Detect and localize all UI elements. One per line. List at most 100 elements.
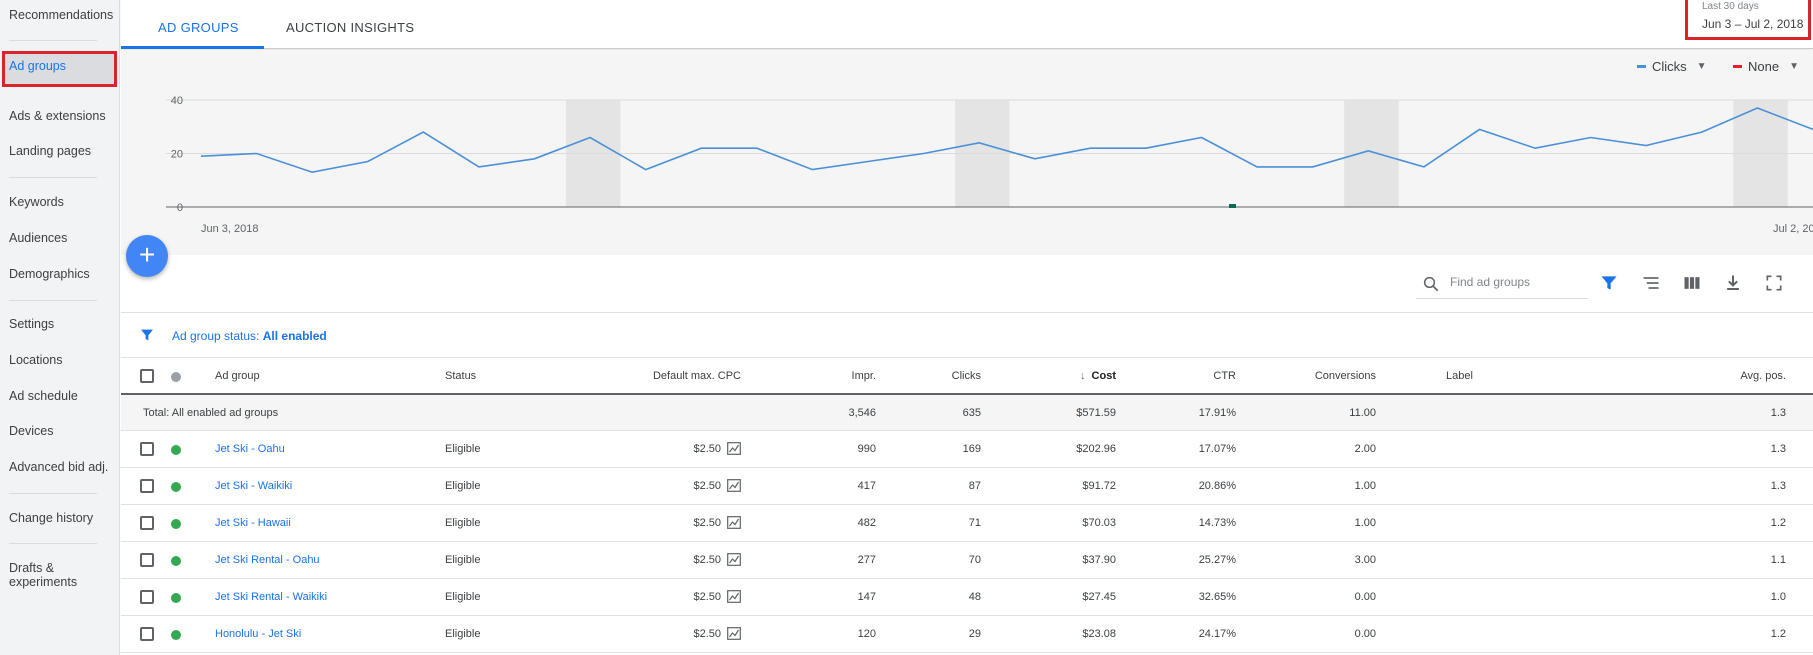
tab-auction-insights[interactable]: AUCTION INSIGHTS bbox=[286, 20, 414, 35]
row-avg-pos: 1.2 bbox=[1770, 628, 1786, 640]
row-status: Eligible bbox=[445, 554, 481, 566]
sidebar-item-drafts[interactable]: Drafts & bbox=[9, 561, 54, 576]
ad-group-link[interactable]: Jet Ski Rental - Oahu bbox=[215, 554, 320, 566]
header-ad-group[interactable]: Ad group bbox=[215, 370, 260, 382]
row-ctr: 25.27% bbox=[1198, 554, 1236, 566]
row-cpc[interactable]: $2.50 bbox=[611, 443, 721, 455]
filter-chip[interactable]: Ad group status: All enabled bbox=[172, 329, 327, 343]
bid-simulator-icon[interactable] bbox=[727, 516, 741, 529]
row-cpc[interactable]: $2.50 bbox=[611, 591, 721, 603]
sidebar-item-advanced-bid-adj[interactable]: Advanced bid adj. bbox=[9, 460, 108, 475]
segment-icon[interactable] bbox=[1641, 273, 1661, 293]
sidebar-item-landing-pages[interactable]: Landing pages bbox=[9, 144, 91, 159]
row-cpc[interactable]: $2.50 bbox=[611, 480, 721, 492]
y-tick-label: 40 bbox=[171, 95, 183, 107]
row-checkbox[interactable] bbox=[140, 627, 154, 641]
sidebar-item-locations[interactable]: Locations bbox=[9, 353, 63, 368]
header-cost[interactable]: ↓ Cost bbox=[1001, 370, 1116, 382]
ad-group-link[interactable]: Jet Ski - Hawaii bbox=[215, 517, 291, 529]
metric-label-clicks: Clicks bbox=[1652, 59, 1687, 74]
sort-arrow-down-icon: ↓ bbox=[1080, 370, 1086, 382]
row-cost: $91.72 bbox=[1082, 480, 1116, 492]
row-cost: $70.03 bbox=[1082, 517, 1116, 529]
status-enabled-dot[interactable] bbox=[171, 445, 181, 455]
filter-icon[interactable] bbox=[139, 327, 155, 343]
row-cpc[interactable]: $2.50 bbox=[611, 517, 721, 529]
row-cpc[interactable]: $2.50 bbox=[611, 628, 721, 640]
sidebar-item-audiences[interactable]: Audiences bbox=[9, 231, 67, 246]
row-impr: 990 bbox=[857, 443, 876, 455]
select-all-checkbox[interactable] bbox=[140, 369, 154, 383]
metric-selector-1[interactable]: Clicks ▼ bbox=[1637, 59, 1707, 74]
ad-group-link[interactable]: Honolulu - Jet Ski bbox=[215, 628, 301, 640]
tab-ad-groups[interactable]: AD GROUPS bbox=[158, 20, 239, 35]
status-enabled-dot[interactable] bbox=[171, 519, 181, 529]
sidebar-item-keywords[interactable]: Keywords bbox=[9, 195, 64, 210]
search-box bbox=[1416, 269, 1588, 299]
sidebar-item-settings[interactable]: Settings bbox=[9, 317, 54, 332]
ad-group-link[interactable]: Jet Ski - Waikiki bbox=[215, 480, 292, 492]
bid-simulator-icon[interactable] bbox=[727, 442, 741, 455]
row-checkbox[interactable] bbox=[140, 442, 154, 456]
row-avg-pos: 1.3 bbox=[1770, 480, 1786, 492]
total-row: Total: All enabled ad groups 3,546 635 $… bbox=[121, 395, 1813, 431]
row-avg-pos: 1.0 bbox=[1770, 591, 1786, 603]
row-ctr: 32.65% bbox=[1198, 591, 1236, 603]
header-ctr[interactable]: CTR bbox=[1131, 370, 1236, 382]
sidebar-item-experiments[interactable]: experiments bbox=[9, 575, 77, 590]
header-label[interactable]: Label bbox=[1446, 370, 1473, 382]
sidebar-item-ad-schedule[interactable]: Ad schedule bbox=[9, 389, 78, 404]
row-clicks: 29 bbox=[968, 628, 981, 640]
row-checkbox[interactable] bbox=[140, 479, 154, 493]
x-end-label: Jul 2, 20 bbox=[1773, 223, 1813, 235]
header-default-max-cpc[interactable]: Default max. CPC bbox=[611, 370, 741, 382]
status-dot-header bbox=[171, 372, 181, 382]
status-enabled-dot[interactable] bbox=[171, 593, 181, 603]
row-conversions: 1.00 bbox=[1354, 517, 1376, 529]
y-tick-label: 20 bbox=[171, 149, 183, 161]
header-avg-pos[interactable]: Avg. pos. bbox=[1706, 370, 1786, 382]
search-icon[interactable] bbox=[1422, 275, 1440, 293]
table-header-row: Ad group Status Default max. CPC Impr. C… bbox=[121, 358, 1813, 395]
download-icon[interactable] bbox=[1723, 273, 1743, 293]
sidebar-item-ad-groups[interactable]: Ad groups bbox=[9, 59, 66, 74]
row-status: Eligible bbox=[445, 480, 481, 492]
sidebar-item-devices[interactable]: Devices bbox=[9, 424, 53, 439]
filter-bar: Ad group status: All enabled bbox=[121, 314, 1813, 358]
sidebar-item-demographics[interactable]: Demographics bbox=[9, 267, 90, 282]
columns-icon[interactable] bbox=[1682, 273, 1702, 293]
status-enabled-dot[interactable] bbox=[171, 556, 181, 566]
bid-simulator-icon[interactable] bbox=[727, 479, 741, 492]
search-input[interactable] bbox=[1450, 275, 1584, 289]
total-conversions: 11.00 bbox=[1349, 407, 1376, 419]
filter-icon[interactable] bbox=[1599, 273, 1619, 293]
sidebar-item-change-history[interactable]: Change history bbox=[9, 511, 93, 526]
bid-simulator-icon[interactable] bbox=[727, 590, 741, 603]
header-clicks[interactable]: Clicks bbox=[891, 370, 981, 382]
status-enabled-dot[interactable] bbox=[171, 630, 181, 640]
sidebar-item-ads-extensions[interactable]: Ads & extensions bbox=[9, 109, 106, 124]
bid-simulator-icon[interactable] bbox=[727, 553, 741, 566]
metric-selector-2[interactable]: None ▼ bbox=[1733, 59, 1799, 74]
row-checkbox[interactable] bbox=[140, 516, 154, 530]
ad-group-link[interactable]: Jet Ski Rental - Waikiki bbox=[215, 591, 327, 603]
sidebar-item-recommendations[interactable]: Recommendations bbox=[9, 8, 113, 23]
header-impr[interactable]: Impr. bbox=[771, 370, 876, 382]
row-status: Eligible bbox=[445, 628, 481, 640]
header-status[interactable]: Status bbox=[445, 370, 476, 382]
row-cpc[interactable]: $2.50 bbox=[611, 554, 721, 566]
row-checkbox[interactable] bbox=[140, 590, 154, 604]
table-body: Jet Ski - Oahu Eligible $2.50 990 169 $2… bbox=[121, 431, 1813, 653]
row-impr: 482 bbox=[857, 517, 876, 529]
date-range-picker[interactable]: Last 30 days Jun 3 – Jul 2, 2018 bbox=[1685, 0, 1811, 40]
filter-prefix: Ad group status: bbox=[172, 329, 263, 343]
expand-icon[interactable] bbox=[1764, 273, 1784, 293]
add-button[interactable]: + bbox=[126, 235, 168, 277]
status-enabled-dot[interactable] bbox=[171, 482, 181, 492]
total-cost: $571.59 bbox=[1076, 407, 1116, 419]
row-cost: $202.96 bbox=[1076, 443, 1116, 455]
bid-simulator-icon[interactable] bbox=[727, 627, 741, 640]
row-checkbox[interactable] bbox=[140, 553, 154, 567]
header-conversions[interactable]: Conversions bbox=[1251, 370, 1376, 382]
ad-group-link[interactable]: Jet Ski - Oahu bbox=[215, 443, 285, 455]
